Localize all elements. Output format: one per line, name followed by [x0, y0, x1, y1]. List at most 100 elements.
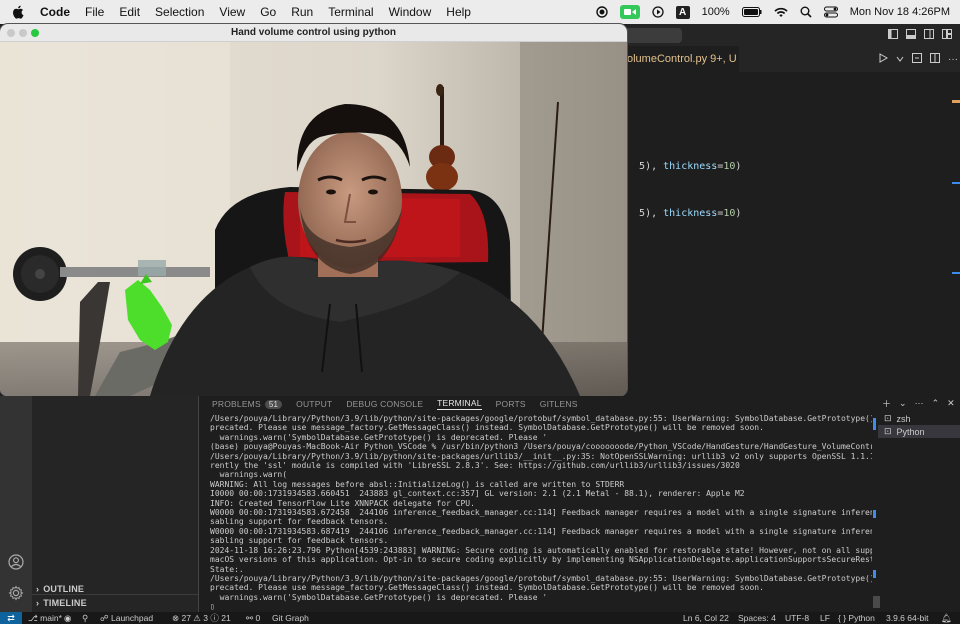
menu-go[interactable]: Go: [260, 5, 276, 19]
terminal-line: sabling support for feedback tensors.: [210, 517, 389, 527]
toggle-sidebar-icon[interactable]: [888, 26, 898, 44]
launchpad[interactable]: ☍ Launchpad: [100, 612, 153, 624]
terminal-line: macOS versions of this application. Opt-…: [210, 555, 872, 565]
new-terminal-icon[interactable]: ＋: [882, 397, 891, 410]
sync-icon[interactable]: ◉: [64, 612, 71, 624]
facetime-icon[interactable]: [619, 5, 640, 19]
cursor-position[interactable]: Ln 6, Col 22: [683, 612, 729, 624]
customize-layout-icon[interactable]: [942, 26, 952, 44]
editor-actions: ···: [878, 52, 958, 66]
terminal-list: ⊡ zsh ⊡ Python: [878, 412, 960, 452]
indentation[interactable]: Spaces: 4: [738, 612, 776, 624]
problems-summary[interactable]: ⊗ 27 ⚠ 3 ⓘ 21: [172, 612, 231, 624]
terminal-line: warnings.warn('SymbolDatabase.GetPrototy…: [210, 432, 548, 442]
chevron-right-icon: ›: [36, 584, 40, 594]
scroll-marker: [873, 418, 876, 430]
remote-indicator-icon[interactable]: ⇄: [0, 612, 22, 624]
terminal-line: warnings.warn(: [210, 470, 288, 480]
battery-percent: 100%: [701, 6, 730, 18]
search-icon[interactable]: [800, 6, 812, 18]
record-icon[interactable]: [595, 6, 608, 18]
wifi-icon[interactable]: [774, 7, 788, 18]
menu-selection[interactable]: Selection: [155, 5, 204, 19]
battery-icon[interactable]: [741, 7, 762, 17]
minimap-marker: [952, 272, 960, 274]
ports-forwarded[interactable]: ⚯ 0: [246, 612, 260, 624]
python-interpreter[interactable]: 3.9.6 64-bit: [886, 612, 929, 624]
menu-file[interactable]: File: [85, 5, 104, 19]
divider: [32, 594, 198, 595]
menu-run[interactable]: Run: [291, 5, 313, 19]
more-actions-icon[interactable]: ···: [948, 54, 958, 65]
menu-terminal[interactable]: Terminal: [328, 5, 373, 19]
terminal-line: /Users/pouya/Library/Python/3.9/lib/pyth…: [210, 573, 872, 583]
git-branch[interactable]: ⎇ main*: [28, 612, 62, 624]
terminal-line: rently the 'ssl' module is compiled with…: [210, 461, 740, 471]
git-graph[interactable]: Git Graph: [272, 612, 309, 624]
bell-icon[interactable]: 🔔︎: [941, 612, 952, 624]
chevron-down-icon[interactable]: [896, 50, 904, 68]
code-line: 5), thickness=10): [639, 208, 742, 219]
keyboard-input-indicator[interactable]: A: [675, 5, 690, 19]
menu-window[interactable]: Window: [389, 5, 432, 19]
control-center-icon[interactable]: [823, 6, 838, 18]
tab-problems[interactable]: PROBLEMS 51: [212, 399, 283, 409]
window-zoom-button[interactable]: [31, 29, 39, 37]
menu-view[interactable]: View: [219, 5, 245, 19]
chevron-down-icon[interactable]: ⌄: [899, 398, 907, 409]
apple-icon[interactable]: [12, 5, 26, 19]
panel-actions: ＋ ⌄ ··· ⌃ ✕: [878, 396, 960, 410]
outline-section[interactable]: › OUTLINE: [36, 584, 84, 594]
tab-debug-console[interactable]: DEBUG CONSOLE: [346, 399, 423, 409]
end-of-line[interactable]: LF: [820, 612, 830, 624]
command-center-search[interactable]: [627, 28, 682, 43]
account-icon[interactable]: [8, 554, 24, 575]
terminal-line: ▯: [210, 602, 215, 610]
tab-terminal[interactable]: TERMINAL: [437, 398, 482, 410]
editor-tab-active[interactable]: olumeControl.py 9+, U ✕: [627, 46, 739, 72]
tab-ports[interactable]: PORTS: [496, 399, 526, 409]
problems-count: 51: [264, 399, 283, 409]
terminal-line: precated. Please use message_factory.Get…: [210, 583, 764, 593]
split-icon[interactable]: [930, 50, 940, 68]
terminal-line: State:.: [210, 564, 244, 574]
menu-app-name[interactable]: Code: [40, 5, 70, 19]
window-minimize-button[interactable]: [19, 29, 27, 37]
terminal-scrollbar[interactable]: [873, 596, 880, 608]
tab-output[interactable]: OUTPUT: [296, 399, 332, 409]
terminal-output[interactable]: /Users/pouya/Library/Python/3.9/lib/pyth…: [210, 414, 872, 610]
terminal-line: /Users/pouya/Library/Python/3.9/lib/pyth…: [210, 451, 872, 461]
toggle-secondary-sidebar-icon[interactable]: [924, 26, 934, 44]
tab-gitlens[interactable]: GITLENS: [540, 399, 578, 409]
terminal-item-python[interactable]: ⊡ Python: [878, 425, 960, 438]
maximize-panel-icon[interactable]: ⌃: [932, 398, 940, 409]
play-icon[interactable]: [651, 6, 664, 18]
run-icon[interactable]: [878, 50, 889, 68]
close-panel-icon[interactable]: ✕: [947, 398, 955, 409]
language-mode[interactable]: { } Python: [838, 612, 875, 624]
compare-icon[interactable]: [912, 50, 922, 68]
webcam-feed-image: [0, 42, 627, 396]
terminal-item-zsh[interactable]: ⊡ zsh: [878, 412, 960, 425]
camera-window-titlebar[interactable]: Hand volume control using python: [0, 24, 627, 42]
terminal-line: precated. Please use message_factory.Get…: [210, 423, 764, 433]
source-control-icon[interactable]: ⚲: [82, 612, 88, 624]
menu-datetime[interactable]: Mon Nov 18 4:26PM: [850, 6, 950, 18]
menu-help[interactable]: Help: [446, 5, 471, 19]
camera-window[interactable]: Hand volume control using python: [0, 24, 627, 396]
layout-controls: [888, 29, 958, 41]
gear-icon[interactable]: [8, 585, 24, 606]
code-editor[interactable]: [627, 72, 960, 396]
code-line: 5), thickness=10): [639, 161, 742, 172]
minimap-marker: [952, 100, 960, 103]
timeline-section[interactable]: › TIMELINE: [36, 598, 87, 608]
more-actions-icon[interactable]: ···: [915, 398, 924, 408]
encoding[interactable]: UTF-8: [785, 612, 809, 624]
window-close-button[interactable]: [7, 29, 15, 37]
terminal-line: warnings.warn('SymbolDatabase.GetPrototy…: [210, 592, 548, 602]
terminal-line: W0000 00:00:1731934583.687419 244106 inf…: [210, 526, 872, 536]
terminal-line: INFO: Created TensorFlow Lite XNNPACK de…: [210, 498, 475, 508]
menu-edit[interactable]: Edit: [119, 5, 140, 19]
toggle-panel-icon[interactable]: [906, 26, 916, 44]
timeline-label: TIMELINE: [43, 598, 87, 608]
